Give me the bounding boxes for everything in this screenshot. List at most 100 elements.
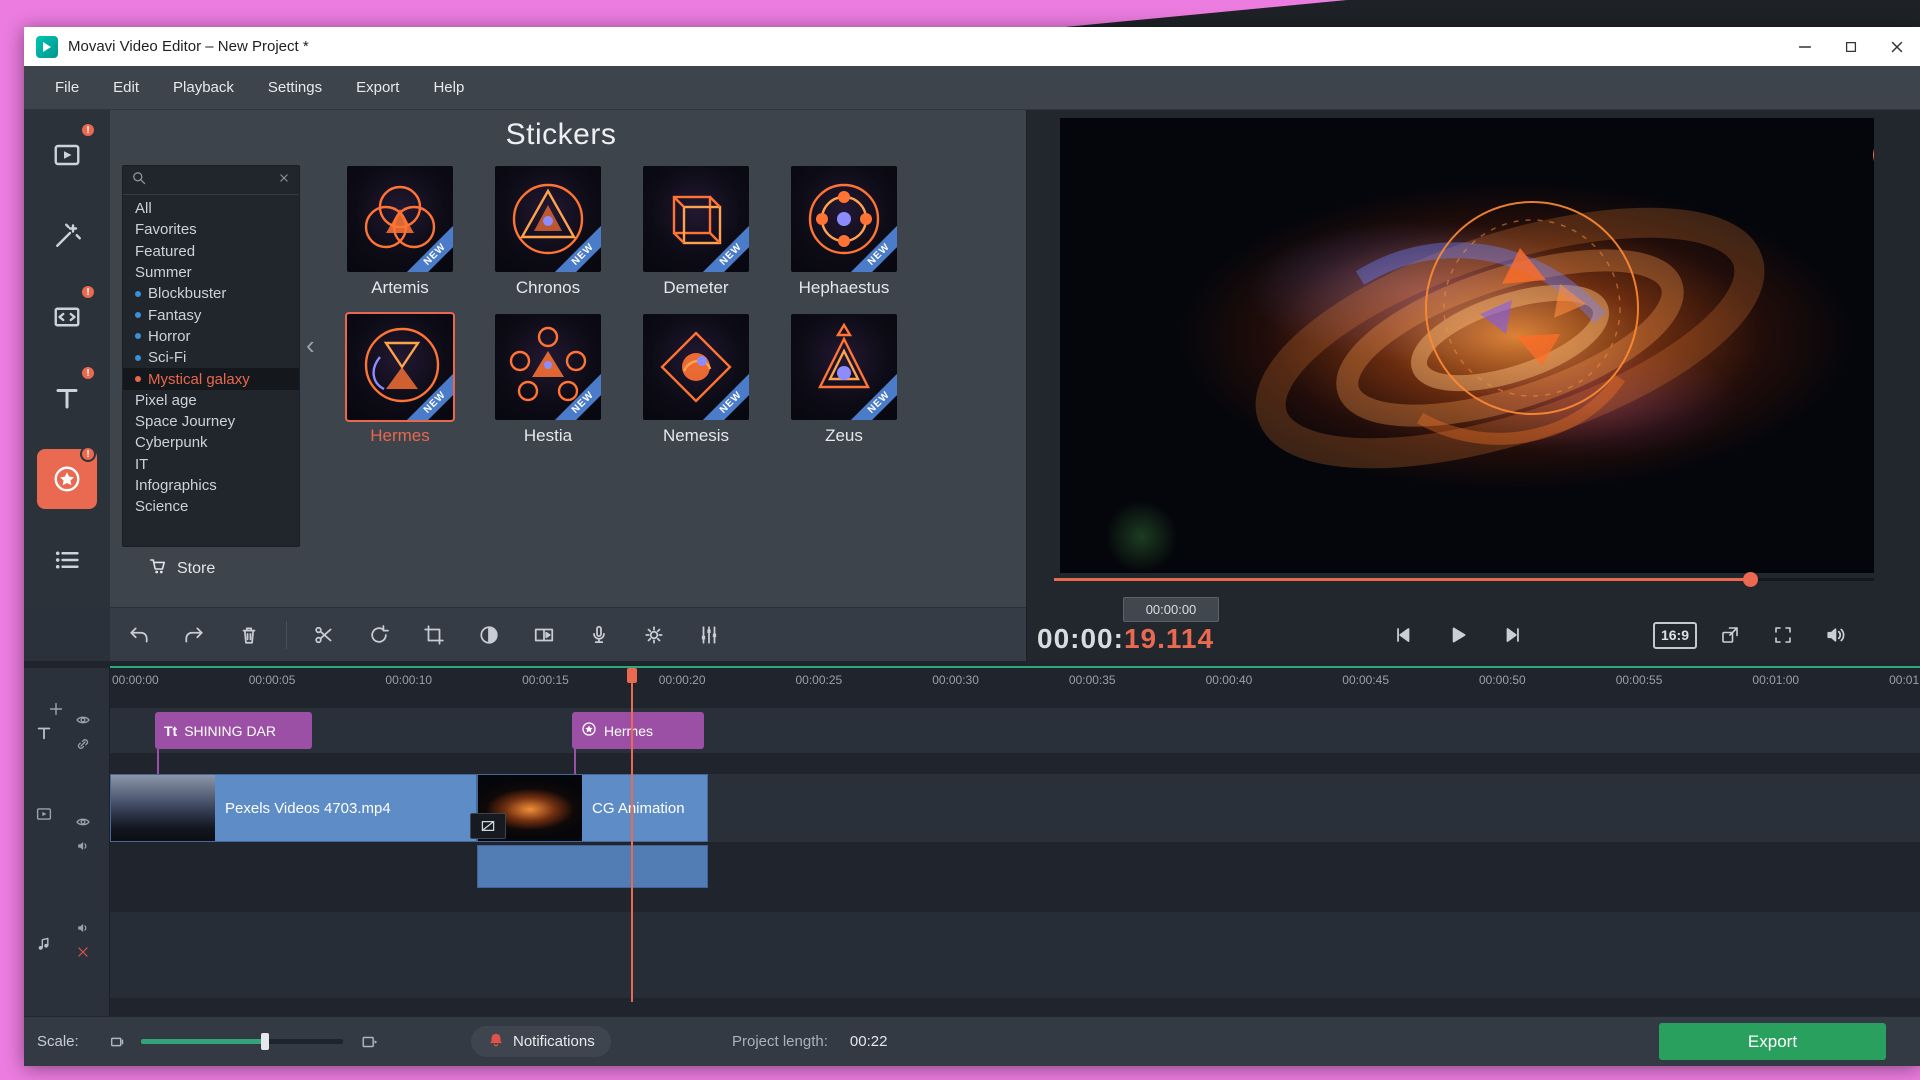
volume-button[interactable] <box>1816 616 1856 654</box>
detach-player-button[interactable] <box>1710 616 1750 654</box>
audio-track[interactable] <box>110 912 1920 998</box>
category-featured[interactable]: Featured <box>123 241 299 262</box>
playhead[interactable] <box>631 668 633 1002</box>
prev-frame-button[interactable] <box>1383 616 1423 654</box>
video-clip[interactable]: Pexels Videos 4703.mp4 <box>110 774 477 842</box>
timeline-ruler[interactable]: 00:00:00 00:00:05 00:00:10 00:00:15 00:00:20… <box>110 668 1920 693</box>
video-clip[interactable]: CG Animation <box>477 774 708 842</box>
sticker-clip[interactable]: Hermes <box>572 712 704 749</box>
minimize-button[interactable] <box>1782 27 1828 66</box>
cut-button[interactable] <box>303 615 345 655</box>
speaker-icon[interactable] <box>75 838 91 854</box>
menu-edit[interactable]: Edit <box>96 66 156 110</box>
aspect-ratio-button[interactable]: 16:9 <box>1653 621 1697 649</box>
sticker-chronos[interactable]: NEW <box>495 166 601 272</box>
next-frame-button[interactable] <box>1493 616 1533 654</box>
category-summer[interactable]: Summer <box>123 262 299 283</box>
category-fantasy[interactable]: Fantasy <box>123 304 299 325</box>
properties-button[interactable] <box>633 615 675 655</box>
linked-audio-block[interactable] <box>477 845 708 888</box>
search-row[interactable] <box>123 166 299 195</box>
scale-slider[interactable] <box>141 1033 343 1050</box>
category-space-journey[interactable]: Space Journey <box>123 411 299 432</box>
next-frame-icon <box>1506 628 1519 642</box>
menu-playback[interactable]: Playback <box>156 66 251 110</box>
sticker-cell: NEW Nemesis <box>643 314 749 446</box>
notifications-button[interactable]: Notifications <box>471 1026 611 1057</box>
maximize-button[interactable] <box>1828 27 1874 66</box>
speaker-icon[interactable] <box>75 920 91 936</box>
category-cyberpunk[interactable]: Cyberpunk <box>123 432 299 453</box>
preview-video-frame: ? <box>1060 118 1874 573</box>
record-button[interactable] <box>578 615 620 655</box>
eye-icon[interactable] <box>75 712 91 728</box>
seek-bar[interactable] <box>1054 572 1874 587</box>
title-clip[interactable]: Tt SHINING DAR <box>155 712 312 749</box>
category-it[interactable]: IT <box>123 454 299 475</box>
undo-button[interactable] <box>118 615 160 655</box>
transition-button[interactable] <box>523 615 565 655</box>
sidebar-item-titles[interactable]: ! <box>24 357 110 438</box>
redo-button[interactable] <box>173 615 215 655</box>
collapse-panel-icon[interactable]: ‹ <box>306 332 315 358</box>
scale-slider-handle[interactable] <box>261 1033 269 1050</box>
export-button[interactable]: Export <box>1659 1023 1886 1060</box>
sticker-hermes[interactable]: NEW <box>345 312 455 422</box>
menu-settings[interactable]: Settings <box>251 66 339 110</box>
category-horror[interactable]: Horror <box>123 326 299 347</box>
store-button[interactable]: Store <box>148 556 215 581</box>
window-controls <box>1782 27 1920 66</box>
sticker-nemesis[interactable]: NEW <box>643 314 749 420</box>
timeline: 00:00:00 00:00:05 00:00:10 00:00:15 00:00:20… <box>24 661 1920 1016</box>
category-all[interactable]: All <box>123 198 299 219</box>
clear-search-icon[interactable] <box>277 171 291 190</box>
sidebar-item-stickers[interactable]: ! <box>24 438 110 519</box>
fullscreen-button[interactable] <box>1763 616 1803 654</box>
zoom-in-tracks-icon[interactable] <box>361 1033 379 1051</box>
sticker-cell: NEW Artemis <box>347 166 453 298</box>
seek-handle[interactable] <box>1743 572 1758 587</box>
add-track-button[interactable] <box>47 700 65 718</box>
properties-icon <box>645 625 663 644</box>
sticker-zeus[interactable]: NEW <box>791 314 897 420</box>
rotate-button[interactable] <box>358 615 400 655</box>
sticker-demeter[interactable]: NEW <box>643 166 749 272</box>
titles-track[interactable] <box>110 708 1920 753</box>
menu-file[interactable]: File <box>38 66 96 110</box>
eye-icon[interactable] <box>75 814 91 830</box>
transition-marker[interactable] <box>470 813 506 839</box>
close-button[interactable] <box>1874 27 1920 66</box>
category-blockbuster[interactable]: Blockbuster <box>123 283 299 304</box>
sidebar-item-more-tools[interactable] <box>24 519 110 600</box>
category-infographics[interactable]: Infographics <box>123 475 299 496</box>
category-sci-fi[interactable]: Sci-Fi <box>123 347 299 368</box>
media-icon <box>36 808 52 820</box>
menu-help[interactable]: Help <box>416 66 481 110</box>
sticker-artemis[interactable]: NEW <box>347 166 453 272</box>
play-button[interactable] <box>1438 616 1478 654</box>
playhead-handle[interactable] <box>627 668 637 683</box>
sticker-hestia[interactable]: NEW <box>495 314 601 420</box>
unlink-audio-icon[interactable] <box>76 945 91 960</box>
color-button[interactable] <box>468 615 510 655</box>
category-pixel-age[interactable]: Pixel age <box>123 390 299 411</box>
sticker-hephaestus[interactable]: NEW <box>791 166 897 272</box>
crop-button[interactable] <box>413 615 455 655</box>
category-favorites[interactable]: Favorites <box>123 219 299 240</box>
delete-button[interactable] <box>228 615 270 655</box>
zoom-out-tracks-icon[interactable] <box>109 1033 127 1051</box>
record-icon <box>593 625 605 643</box>
titles-icon <box>37 727 51 740</box>
sidebar-item-filters[interactable] <box>24 195 110 276</box>
category-science[interactable]: Science <box>123 496 299 517</box>
sidebar-item-transitions[interactable]: ! <box>24 276 110 357</box>
menu-export[interactable]: Export <box>339 66 416 110</box>
eye-icon <box>76 716 90 724</box>
sidebar-item-media[interactable]: ! <box>24 114 110 195</box>
list-icon <box>55 550 79 569</box>
transition-icon <box>534 628 554 641</box>
clip-link-connector <box>574 749 576 774</box>
tools-button[interactable] <box>688 615 730 655</box>
link-icon[interactable] <box>75 736 91 752</box>
category-mystical-galaxy[interactable]: Mystical galaxy <box>123 368 299 390</box>
